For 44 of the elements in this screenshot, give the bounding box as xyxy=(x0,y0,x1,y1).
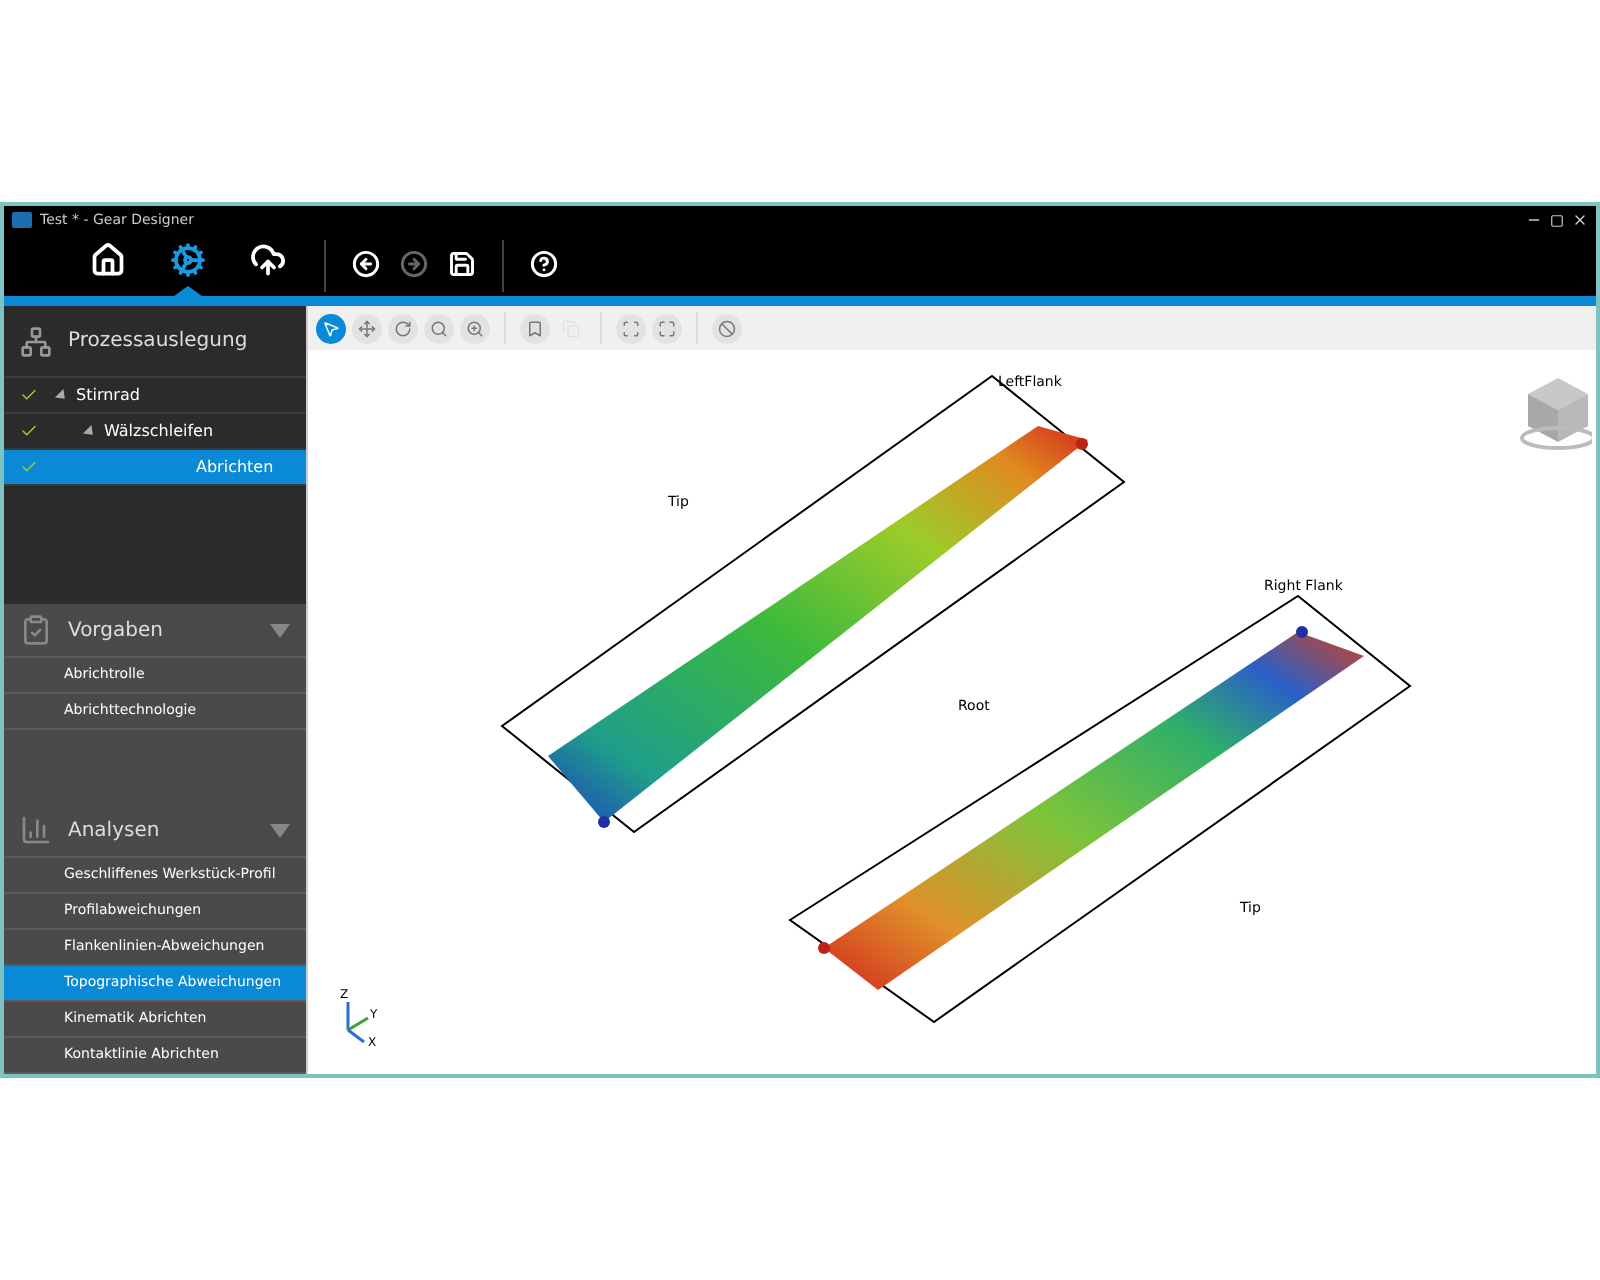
undo-icon xyxy=(352,250,380,278)
bookmark-icon xyxy=(526,319,544,337)
expand-tool-button[interactable] xyxy=(652,313,682,343)
fit-tool-button[interactable] xyxy=(616,313,646,343)
home-icon xyxy=(90,242,126,278)
section-title: Prozessauslegung xyxy=(68,328,248,356)
zoom-area-icon xyxy=(466,319,484,337)
expand-icon xyxy=(658,319,676,337)
close-icon[interactable] xyxy=(1572,212,1588,228)
settings-icon xyxy=(170,242,206,278)
specs-section-icon xyxy=(20,614,52,646)
collapse-triangle-icon[interactable] xyxy=(270,823,290,837)
tree-item-label: Stirnrad xyxy=(76,383,140,407)
process-tree-icon xyxy=(20,325,52,357)
view-cube-icon[interactable] xyxy=(1520,378,1592,450)
restore-icon[interactable] xyxy=(1550,213,1564,227)
help-icon xyxy=(530,250,558,278)
expand-triangle-icon[interactable] xyxy=(82,423,98,439)
rotate-icon xyxy=(394,319,412,337)
analysis-section-icon xyxy=(20,814,52,846)
hide-tool-button[interactable] xyxy=(712,313,742,343)
section-title: Vorgaben xyxy=(68,617,165,645)
zoom-area-tool-button[interactable] xyxy=(460,313,490,343)
axis-triad-icon xyxy=(346,1002,369,1044)
save-icon xyxy=(448,250,476,278)
tree-item-label: Wälzschleifen xyxy=(104,419,214,443)
redo-icon xyxy=(400,250,428,278)
rotate-tool-button[interactable] xyxy=(388,313,418,343)
hide-icon xyxy=(718,319,736,337)
select-icon xyxy=(322,319,340,337)
upload-icon xyxy=(250,242,286,278)
collapse-triangle-icon[interactable] xyxy=(270,623,290,637)
bookmark-tool-button[interactable] xyxy=(520,313,550,343)
expand-triangle-icon[interactable] xyxy=(54,387,70,403)
pan-icon xyxy=(358,319,376,337)
tree-item[interactable]: Abrichten xyxy=(4,450,306,486)
zoom-tool-button[interactable] xyxy=(424,313,454,343)
tree-item-label: Abrichten xyxy=(194,455,274,479)
pan-tool-button[interactable] xyxy=(352,313,382,343)
select-tool-button[interactable] xyxy=(316,313,346,343)
zoom-icon xyxy=(430,319,448,337)
fit-icon xyxy=(622,319,640,337)
app-logo-icon xyxy=(12,212,32,228)
section-title: Analysen xyxy=(68,817,162,845)
